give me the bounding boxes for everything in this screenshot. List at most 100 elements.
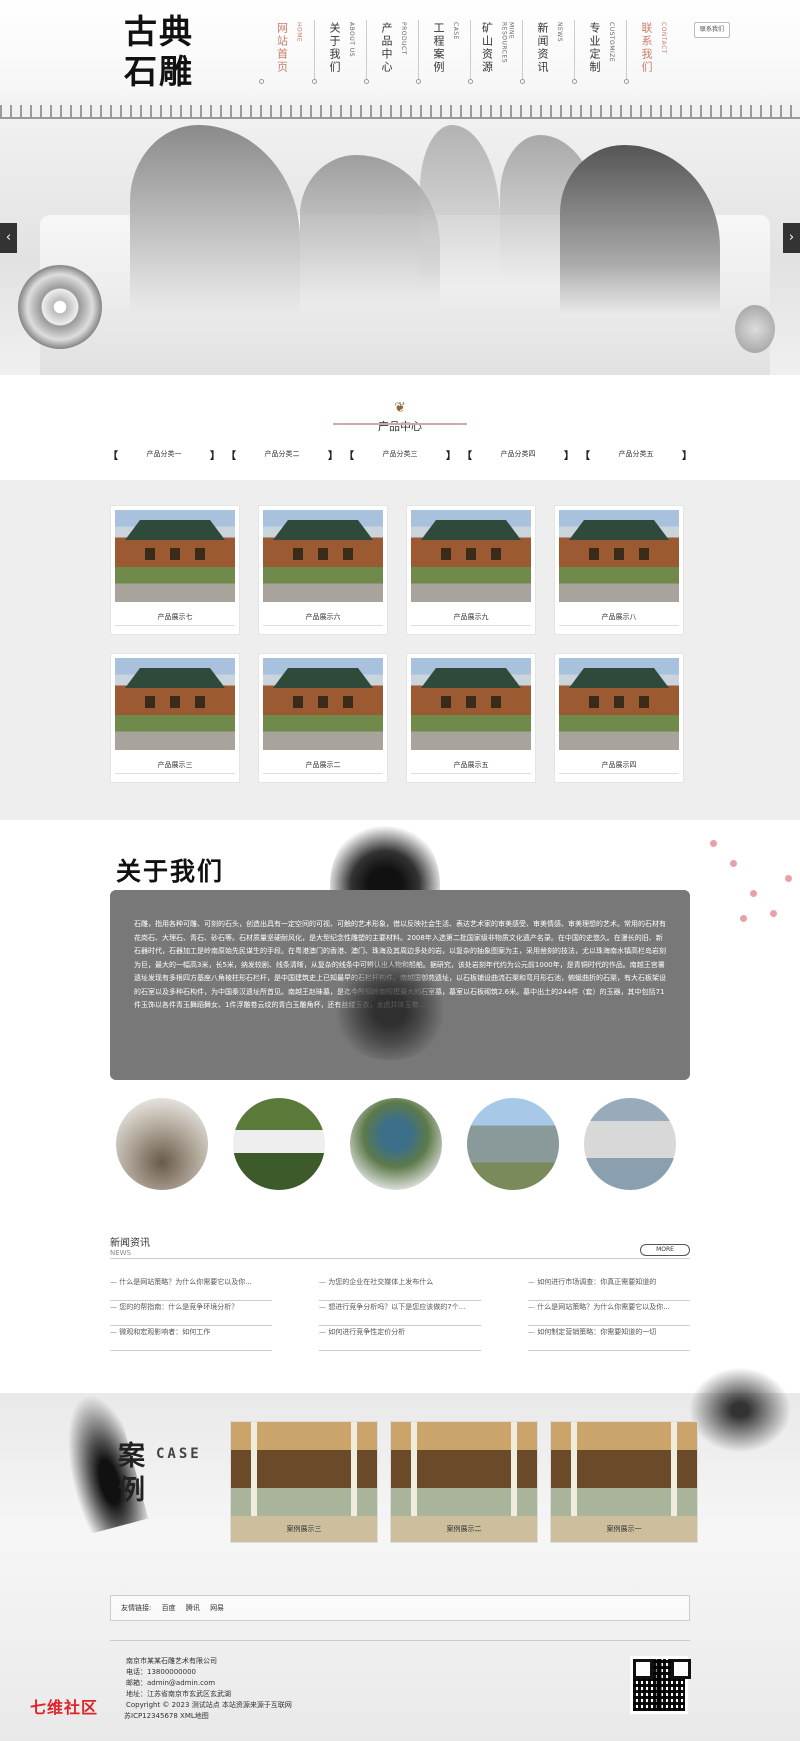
product-card[interactable]: 产品展示二 [258,653,388,783]
product-card[interactable]: 产品展示七 [110,505,240,635]
category-tab[interactable]: 【 产品分类五 】 [580,447,692,462]
nav-case[interactable]: 工程案例 CASE [416,20,470,84]
case-subtitle: CASE [156,1446,202,1462]
gallery-image[interactable] [467,1098,559,1190]
company-name: 南京市某某石雕艺术有限公司 [126,1657,217,1665]
product-image [115,658,235,750]
nav-dot-icon [364,79,369,84]
product-card[interactable]: 产品展示四 [554,653,684,783]
category-label: 产品分类五 [618,450,654,458]
nav-home[interactable]: 网站首页 HOME [259,20,314,84]
case-label: 案例展示二 [391,1516,537,1542]
nav-sub-label: HOME [295,22,303,43]
news-item[interactable]: 什么是网站策略？为什么你需要它以及你... [528,1301,690,1326]
nav-news[interactable]: 新闻资讯 NEWS [520,20,574,84]
mountain-art [420,125,500,285]
mountain-art [130,125,300,315]
friend-link[interactable]: 百度 [162,1604,176,1612]
news-item[interactable]: 想进行竞争分析吗？以下是您应该做的7个... [319,1301,481,1326]
nav-dot-icon [468,79,473,84]
banner-next-arrow-icon[interactable]: › [783,223,800,253]
nav-about[interactable]: 关于我们 ABOUT US [312,20,366,84]
product-categories: 【 产品分类一 】 【 产品分类二 】 【 产品分类三 】 【 产品分类四 】 【 产品分类五 】 [108,447,692,462]
news-item[interactable]: 什么是网站策略？为什么你需要它以及你... [110,1276,272,1301]
product-card[interactable]: 产品展示三 [110,653,240,783]
product-image [263,510,383,602]
nav-customize[interactable]: 专业定制 CUSTOMIZE [572,20,626,84]
scroll-end-art [735,305,775,353]
company-email: 邮箱：admin@admin.com [126,1679,216,1687]
product-grid: 产品展示七 产品展示六 产品展示九 产品展示八 产品展示三 产品展示二 产品展示… [110,505,690,783]
case-card[interactable]: 案例展示一 [550,1421,698,1543]
product-image [411,510,531,602]
friend-link[interactable]: 腾讯 [186,1604,200,1612]
bracket-icon: 【 [226,450,236,462]
news-item[interactable]: 如何进行市场调查：你真正需要知道的 [528,1276,690,1301]
news-title: 新闻资讯 [110,1238,150,1249]
nav-product[interactable]: 产品中心 PRODUCT [364,20,418,84]
product-card[interactable]: 产品展示五 [406,653,536,783]
scroll-roll-art [18,265,102,349]
nav-label: 矿山资源 [480,22,494,74]
category-tab[interactable]: 【 产品分类一 】 [108,447,220,462]
copyright: Copyright © 2023 测试站点 本站资源来源于互联网 [126,1701,292,1709]
hero-banner [0,95,800,375]
news-item[interactable]: 您的的帮指南：什么是竞争环境分析？ [110,1301,272,1326]
about-title: 关于我们 [116,857,225,886]
nav-sub-label: PRODUCT [400,22,407,55]
product-image [559,510,679,602]
case-card[interactable]: 案例展示三 [230,1421,378,1543]
contact-button[interactable]: 联系我们 [694,22,730,38]
news-subtitle: NEWS [110,1249,132,1257]
header: 古典 石雕 网站首页 HOME 关于我们 ABOUT US 产品中心 PRODU… [0,0,800,105]
icp-link[interactable]: 苏ICP12345678 XML地图 [124,1711,292,1722]
nav-contact[interactable]: 联系我们 CONTACT [624,20,678,84]
friend-link[interactable]: 网易 [210,1604,224,1612]
page: 古典 石雕 网站首页 HOME 关于我们 ABOUT US 产品中心 PRODU… [0,0,800,1741]
ornament-icon: ❦ [394,400,406,416]
news-item[interactable]: 如何制定营销策略：你需要知道的一切 [528,1326,690,1351]
pine-branch-art [680,1360,800,1460]
category-label: 产品分类三 [382,450,418,458]
fret-border [0,105,800,119]
product-card[interactable]: 产品展示九 [406,505,536,635]
gallery-image[interactable] [116,1098,208,1190]
gallery-circles [116,1098,676,1190]
nav-label: 关于我们 [328,22,341,74]
category-tab[interactable]: 【 产品分类三 】 [344,447,456,462]
product-card[interactable]: 产品展示六 [258,505,388,635]
logo[interactable]: 古典 石雕 [124,12,214,92]
news-item[interactable]: 为您的企业在社交媒体上发布什么 [319,1276,481,1301]
case-card[interactable]: 案例展示二 [390,1421,538,1543]
news-item[interactable]: 如何进行竞争性定价分析 [319,1326,481,1351]
bracket-icon: 【 [580,450,590,462]
nav-mine[interactable]: 矿山资源 MINE RESOURCES [468,20,522,84]
nav-label: 产品中心 [380,22,393,74]
banner-prev-arrow-icon[interactable]: ‹ [0,223,17,253]
footer-divider [110,1640,690,1641]
category-tab[interactable]: 【 产品分类四 】 [462,447,574,462]
gallery-image[interactable] [584,1098,676,1190]
product-name: 产品展示九 [411,602,531,626]
category-label: 产品分类二 [264,450,300,458]
bracket-icon: 】 [328,450,338,462]
gallery-image[interactable] [350,1098,442,1190]
plum-branch-art [700,820,800,950]
news-more-button[interactable]: MORE [640,1244,690,1256]
main-nav: 网站首页 HOME 关于我们 ABOUT US 产品中心 PRODUCT 工程案… [259,20,678,84]
nav-sub-label: CUSTOMIZE [608,22,615,63]
case-label: 案例展示一 [551,1516,697,1542]
category-tab[interactable]: 【 产品分类二 】 [226,447,338,462]
news-item[interactable]: 微观和宏观影响者：如何工作 [110,1326,272,1351]
product-image [559,658,679,750]
gallery-image[interactable] [233,1098,325,1190]
product-name: 产品展示四 [559,750,679,774]
news-divider [110,1258,690,1259]
ink-splash-art [330,960,450,1060]
category-label: 产品分类一 [146,450,182,458]
product-card[interactable]: 产品展示八 [554,505,684,635]
bracket-icon: 【 [108,450,118,462]
bracket-icon: 【 [344,450,354,462]
watermark-text: 七维社区 [30,1698,99,1717]
category-label: 产品分类四 [500,450,536,458]
